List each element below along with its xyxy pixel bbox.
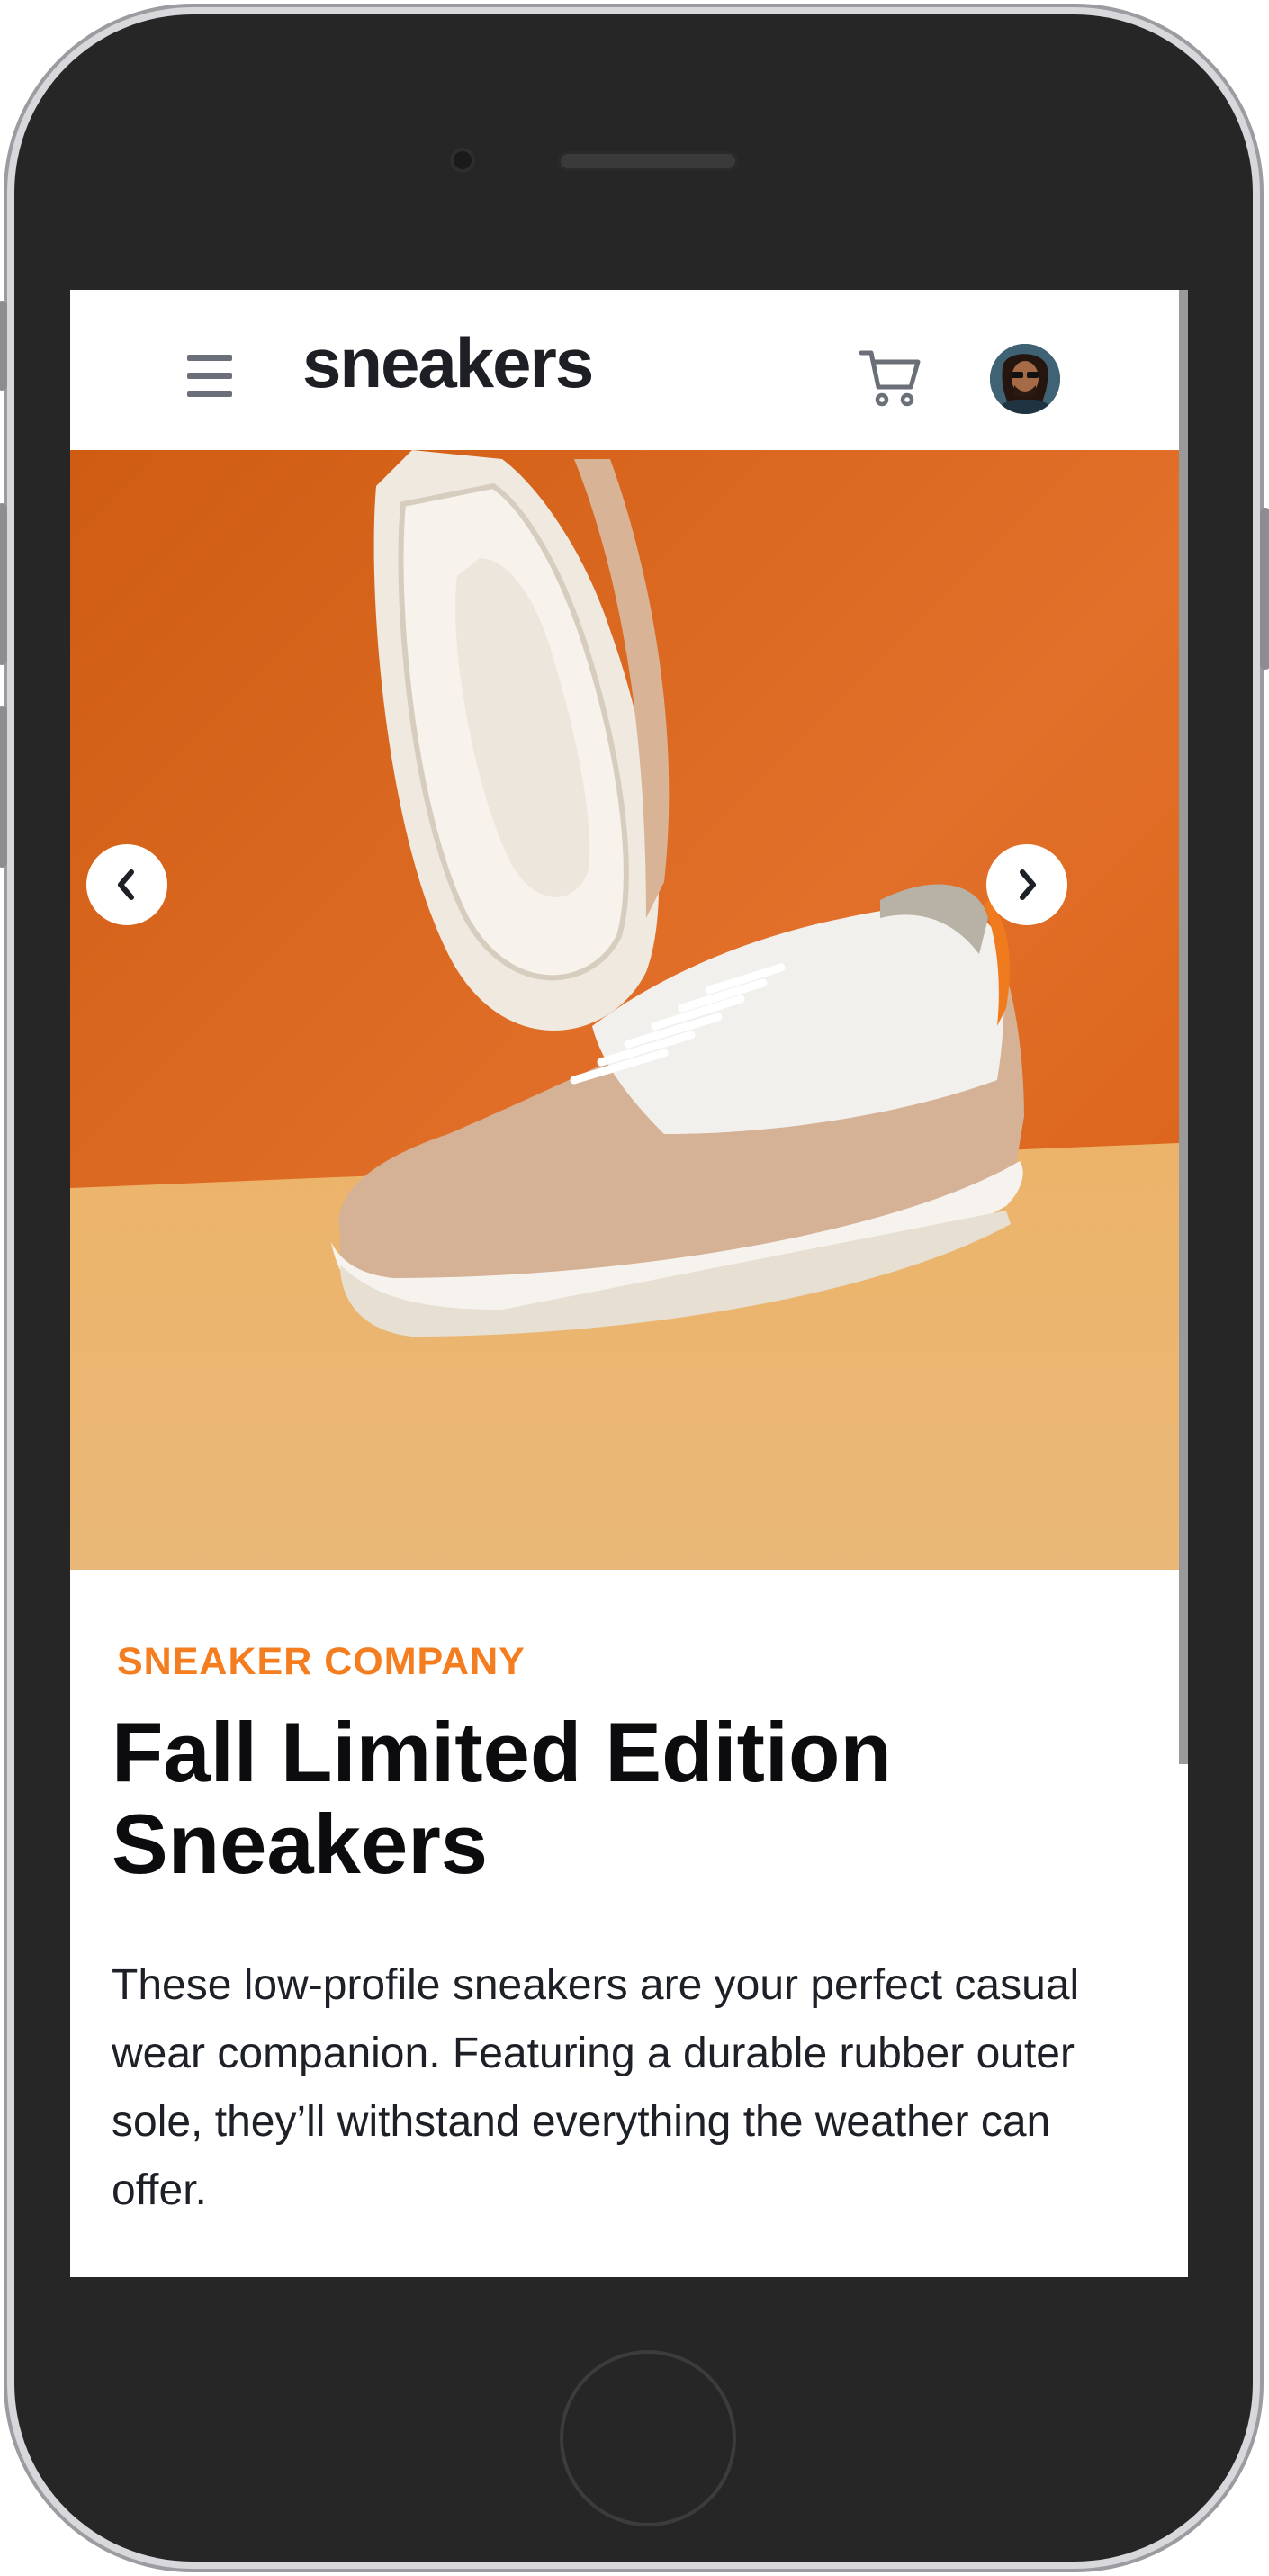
product-description: These low-profile sneakers are your perf…: [112, 1961, 1080, 2214]
product-image: [70, 450, 1179, 1570]
next-image-button[interactable]: [986, 844, 1067, 925]
mute-switch: [0, 301, 7, 391]
front-camera: [450, 148, 475, 173]
previous-image-button[interactable]: [86, 844, 167, 925]
company-name: SNEAKER COMPANY: [117, 1640, 526, 1683]
site-logo[interactable]: sneakers: [302, 328, 594, 398]
chevron-left-icon: [118, 869, 134, 900]
cart-icon[interactable]: [859, 347, 923, 409]
volume-up-button: [0, 503, 7, 665]
home-button: [560, 2350, 736, 2526]
power-button: [1260, 508, 1269, 670]
user-avatar[interactable]: [990, 344, 1060, 414]
chevron-right-icon: [1020, 869, 1036, 900]
scrollbar[interactable]: [1179, 290, 1188, 1764]
hamburger-menu-icon[interactable]: [187, 355, 232, 397]
volume-down-button: [0, 706, 7, 868]
earpiece-speaker: [558, 151, 738, 171]
phone-screen: sneakers SNEAKER COMPANY Fall Limited Ed…: [70, 290, 1188, 2277]
site-header: sneakers: [70, 290, 1179, 450]
product-title: Fall Limited Edition Sneakers: [112, 1705, 892, 1891]
